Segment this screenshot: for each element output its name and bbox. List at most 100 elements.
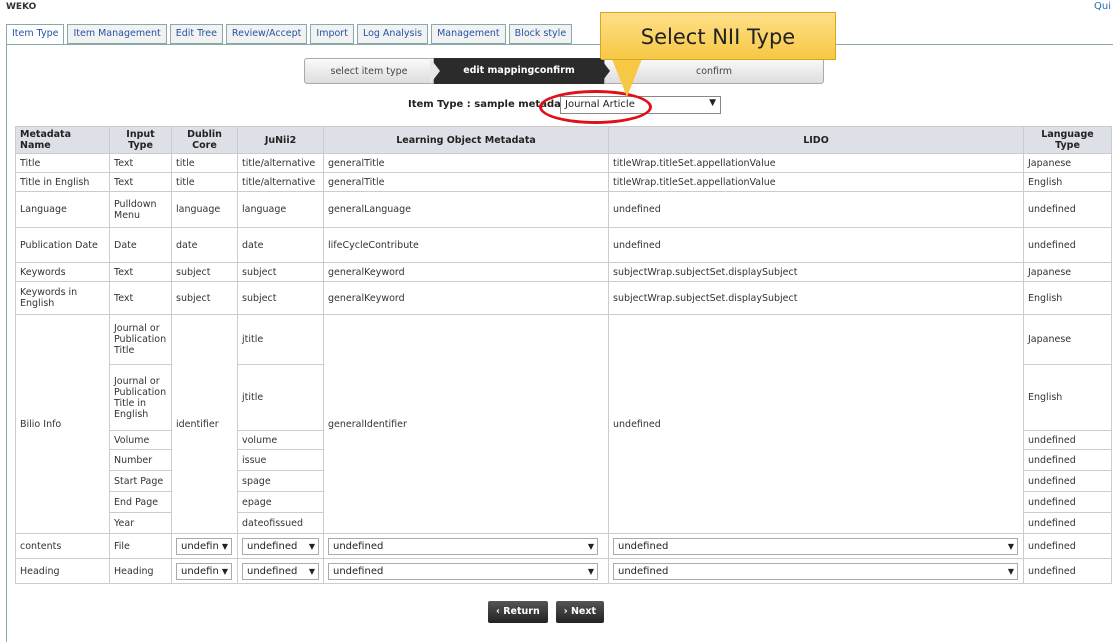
- table-row: contents File undefin ▼ undefined ▼ undefi…: [15, 533, 1112, 559]
- cell-lido: titleWrap.titleSet.appellationValue: [608, 153, 1024, 173]
- cell-name: Bilio Info: [15, 314, 110, 534]
- table-row: Heading Heading undefin ▼ undefined ▼ unde…: [15, 558, 1112, 584]
- cell-input: End Page: [109, 491, 172, 513]
- chevron-down-icon: ▼: [221, 541, 228, 551]
- cell-input: Journal or Publication Title: [109, 314, 172, 365]
- cell-dc: subject: [171, 262, 238, 282]
- table-row: Bilio Info Journal or Publication Title …: [15, 314, 1112, 534]
- cell-name: Keywords: [15, 262, 110, 282]
- cell-name: Title in English: [15, 172, 110, 192]
- dublin-core-select[interactable]: undefin ▼: [176, 562, 232, 580]
- cell-lang: Japanese: [1023, 314, 1112, 365]
- junii2-select[interactable]: undefined ▼: [242, 537, 319, 555]
- cell-junii2: subject: [237, 262, 324, 282]
- select-value: undefined: [333, 540, 384, 552]
- next-button[interactable]: › Next: [555, 601, 605, 623]
- chevron-down-icon: ▼: [587, 566, 594, 576]
- cell-input: Text: [109, 281, 172, 315]
- cell-lom: generalLanguage: [323, 191, 609, 228]
- lom-select[interactable]: undefined ▼: [328, 537, 598, 555]
- table-header-row: Metadata Name Input Type Dublin Core JuN…: [15, 126, 1112, 154]
- cell-junii2: title/alternative: [237, 153, 324, 173]
- select-value: undefin: [181, 565, 219, 577]
- chevron-down-icon: ▼: [587, 541, 594, 551]
- select-value: undefined: [247, 540, 298, 552]
- return-button[interactable]: ‹ Return: [488, 601, 548, 623]
- table-row: Keywords in English Text subject subject…: [15, 281, 1112, 315]
- chevron-down-icon: ▼: [709, 98, 716, 108]
- step-arrow: [430, 58, 440, 84]
- tab-block-style[interactable]: Block style: [508, 24, 573, 44]
- tab-review-accept[interactable]: Review/Accept: [225, 24, 308, 44]
- cell-input: Date: [109, 227, 172, 263]
- dublin-core-select[interactable]: undefin ▼: [176, 537, 232, 555]
- cell-lang: Japanese: [1023, 262, 1112, 282]
- select-value: undefined: [247, 565, 298, 577]
- cell-name: contents: [15, 533, 110, 559]
- lido-select[interactable]: undefined ▼: [613, 562, 1018, 580]
- page: WEKO Qui Item Type Item Management Edit …: [0, 0, 1113, 642]
- cell-name: Keywords in English: [15, 281, 110, 315]
- cell-junii2: jtitle: [237, 364, 324, 431]
- col-lido: LIDO: [608, 126, 1024, 154]
- top-bar: WEKO Qui: [0, 0, 1113, 14]
- callout-pointer: [612, 59, 642, 97]
- tab-bar: Item Type Item Management Edit Tree Revi…: [6, 24, 573, 45]
- select-value: undefined: [333, 565, 384, 577]
- cell-lang: undefined: [1023, 512, 1112, 534]
- action-buttons: ‹ Return › Next: [488, 601, 605, 623]
- tab-import[interactable]: Import: [310, 24, 354, 44]
- cell-input: Start Page: [109, 470, 172, 492]
- cell-junii2: volume: [237, 430, 324, 450]
- tab-edit-tree[interactable]: Edit Tree: [169, 24, 223, 44]
- callout-note: Select NII Type: [600, 12, 836, 60]
- cell-input: Text: [109, 262, 172, 282]
- quick-link[interactable]: Qui: [1094, 1, 1111, 12]
- cell-name: Title: [15, 153, 110, 173]
- cell-input: Text: [109, 172, 172, 192]
- table-row: Publication Date Date date date lifeCycl…: [15, 227, 1112, 263]
- cell-lang: undefined: [1023, 533, 1112, 559]
- cell-input: Year: [109, 512, 172, 534]
- cell-lom: generalKeyword: [323, 281, 609, 315]
- wizard-steps: select item type edit mappingconfirm con…: [304, 58, 824, 84]
- lido-select[interactable]: undefined ▼: [613, 537, 1018, 555]
- cell-junii2: issue: [237, 449, 324, 471]
- cell-lido: undefined: [608, 227, 1024, 263]
- tab-management[interactable]: Management: [431, 24, 506, 44]
- cell-lido: subjectWrap.subjectSet.displaySubject: [608, 281, 1024, 315]
- tab-item-management[interactable]: Item Management: [67, 24, 167, 44]
- cell-lido: titleWrap.titleSet.appellationValue: [608, 172, 1024, 192]
- cell-junii2: spage: [237, 470, 324, 492]
- step-arrow: [600, 58, 610, 84]
- cell-dc: language: [171, 191, 238, 228]
- select-value: undefined: [618, 565, 669, 577]
- cell-junii2: date: [237, 227, 324, 263]
- table-row: Keywords Text subject subject generalKey…: [15, 262, 1112, 282]
- table-row: Language Pulldown Menu language language…: [15, 191, 1112, 228]
- cell-input: Journal or Publication Title in English: [109, 364, 172, 431]
- cell-dc: title: [171, 153, 238, 173]
- col-language-type: Language Type: [1023, 126, 1112, 154]
- cell-junii2: title/alternative: [237, 172, 324, 192]
- cell-lang: undefined: [1023, 491, 1112, 513]
- cell-name: Heading: [15, 558, 110, 584]
- cell-input: Heading: [109, 558, 172, 584]
- cell-junii2: language: [237, 191, 324, 228]
- table-row: Title Text title title/alternative gener…: [15, 153, 1112, 173]
- cell-lang: undefined: [1023, 430, 1112, 450]
- tab-log-analysis[interactable]: Log Analysis: [356, 24, 429, 44]
- tab-item-type[interactable]: Item Type: [6, 24, 65, 45]
- cell-lido: undefined: [608, 191, 1024, 228]
- col-lom: Learning Object Metadata: [323, 126, 609, 154]
- col-input-type: Input Type: [109, 126, 172, 154]
- cell-lang: Japanese: [1023, 153, 1112, 173]
- col-dublin-core: Dublin Core: [171, 126, 238, 154]
- cell-lido: undefined: [608, 314, 1024, 534]
- junii2-select[interactable]: undefined ▼: [242, 562, 319, 580]
- cell-junii2: subject: [237, 281, 324, 315]
- step-edit-mapping: edit mappingconfirm: [434, 58, 604, 84]
- cell-lang: undefined: [1023, 191, 1112, 228]
- lom-select[interactable]: undefined ▼: [328, 562, 598, 580]
- chevron-down-icon: ▼: [1007, 541, 1014, 551]
